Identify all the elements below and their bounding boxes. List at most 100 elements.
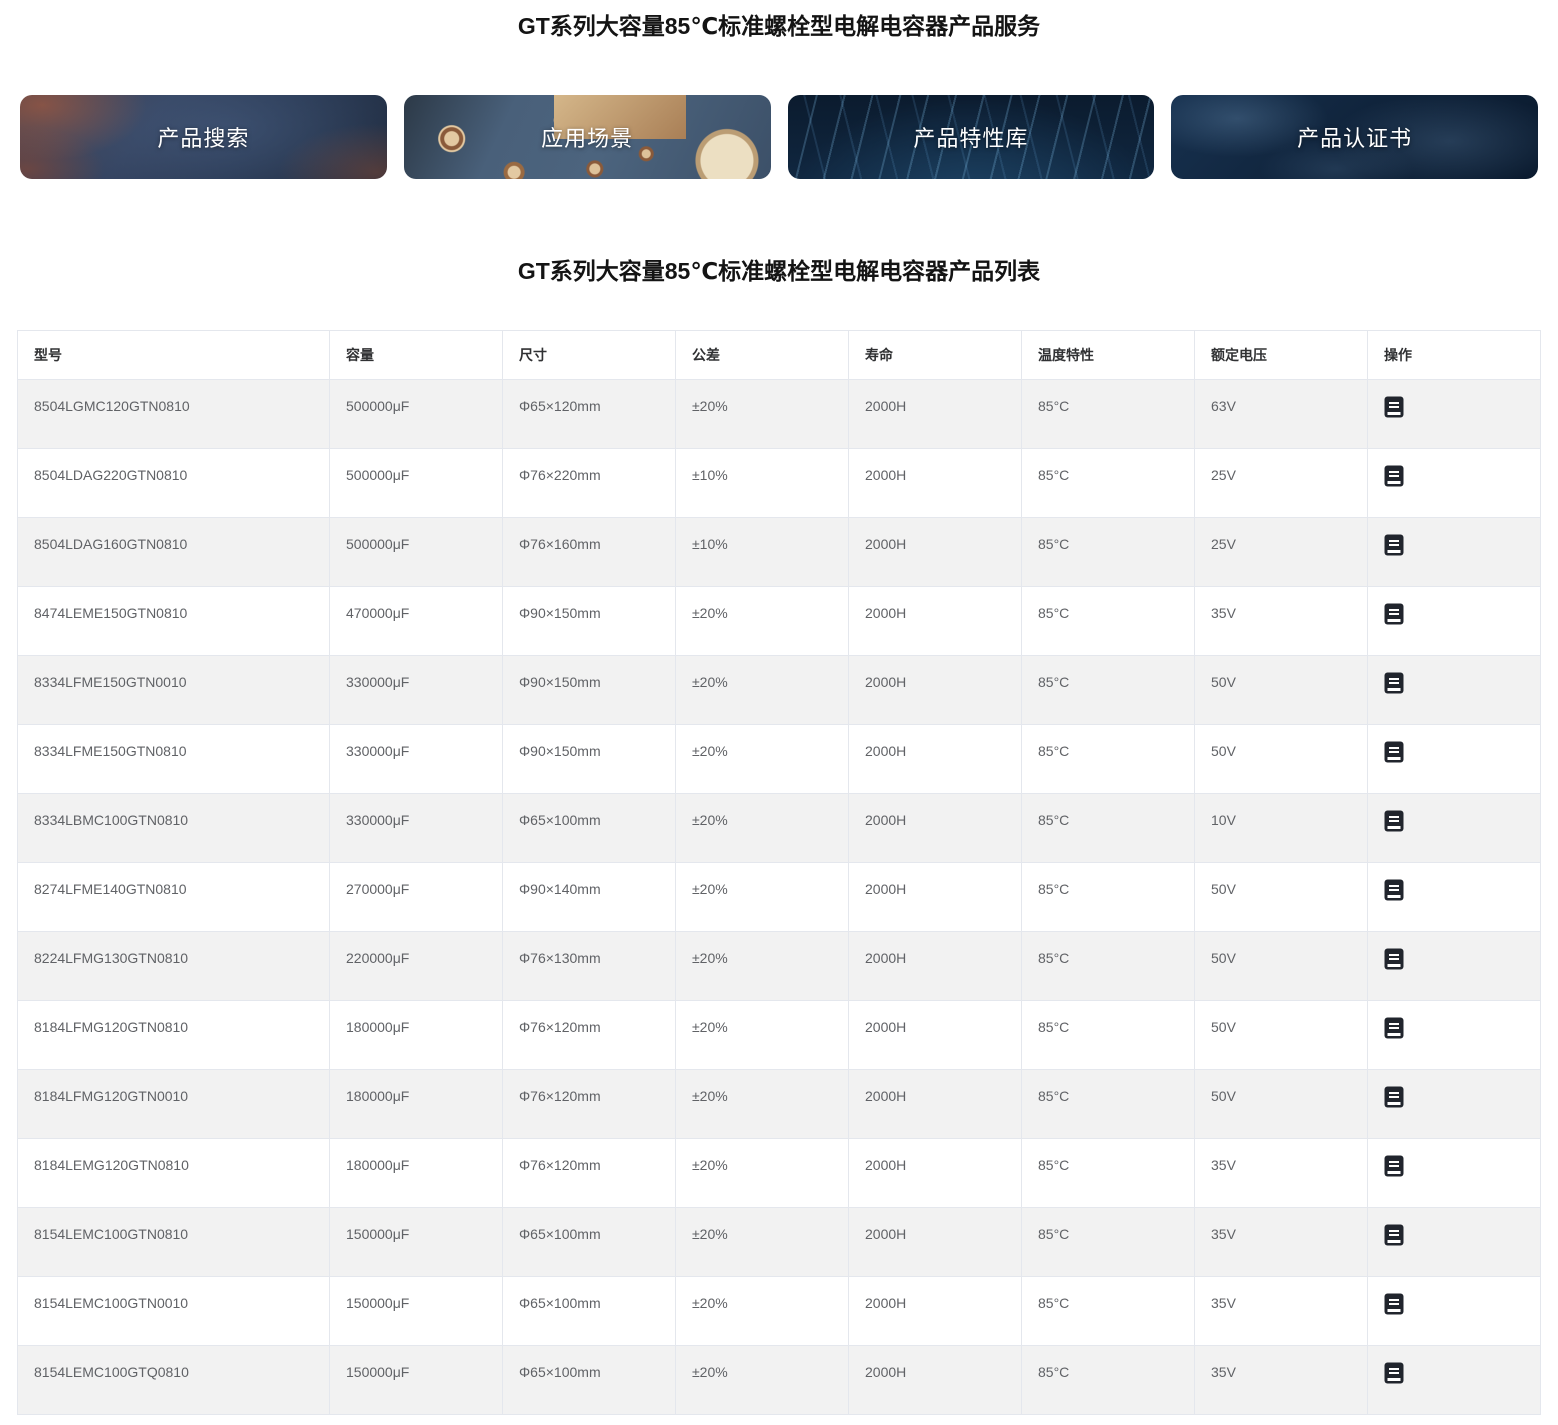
- cell-life: 2000H: [848, 724, 1022, 794]
- nav-card-certificates[interactable]: 产品认证书: [1171, 95, 1538, 179]
- cell-tolerance: ±20%: [675, 931, 849, 1001]
- table-row: 8334LBMC100GTN0810 330000μF Φ65×100mm ±20% 2…: [17, 793, 1541, 863]
- view-detail-button[interactable]: [1384, 741, 1404, 763]
- cell-action: [1367, 379, 1541, 449]
- cell-tolerance: ±20%: [675, 724, 849, 794]
- column-header-tolerance: 公差: [675, 330, 849, 380]
- cell-action: [1367, 1345, 1541, 1415]
- cell-voltage: 10V: [1194, 793, 1368, 863]
- cell-capacity: 180000μF: [329, 1000, 503, 1070]
- cell-capacity: 500000μF: [329, 517, 503, 587]
- cell-voltage: 35V: [1194, 1276, 1368, 1346]
- cell-model: 8224LFMG130GTN0810: [17, 931, 330, 1001]
- column-header-action: 操作: [1367, 330, 1541, 380]
- column-header-temperature: 温度特性: [1021, 330, 1195, 380]
- cell-voltage: 50V: [1194, 1069, 1368, 1139]
- nav-card-certificates-label: 产品认证书: [1297, 126, 1413, 151]
- cell-size: Φ90×150mm: [502, 586, 676, 656]
- view-detail-button[interactable]: [1384, 396, 1404, 418]
- cell-action: [1367, 1276, 1541, 1346]
- document-icon: [1384, 534, 1404, 556]
- cell-size: Φ90×150mm: [502, 724, 676, 794]
- cell-capacity: 150000μF: [329, 1345, 503, 1415]
- view-detail-button[interactable]: [1384, 948, 1404, 970]
- service-title: GT系列大容量85℃标准螺栓型电解电容器产品服务: [517, 13, 1041, 39]
- cell-capacity: 270000μF: [329, 862, 503, 932]
- cell-capacity: 180000μF: [329, 1069, 503, 1139]
- view-detail-button[interactable]: [1384, 879, 1404, 901]
- document-icon: [1384, 741, 1404, 763]
- cell-voltage: 50V: [1194, 655, 1368, 725]
- cell-life: 2000H: [848, 1276, 1022, 1346]
- view-detail-button[interactable]: [1384, 1293, 1404, 1315]
- cell-model: 8184LFMG120GTN0010: [17, 1069, 330, 1139]
- cell-size: Φ65×100mm: [502, 1207, 676, 1277]
- cell-size: Φ76×160mm: [502, 517, 676, 587]
- cell-life: 2000H: [848, 586, 1022, 656]
- table-header-row: 型号 容量 尺寸 公差 寿命 温度特性 额定电压 操作: [17, 330, 1541, 380]
- cell-size: Φ90×150mm: [502, 655, 676, 725]
- document-icon: [1384, 465, 1404, 487]
- document-icon: [1384, 1293, 1404, 1315]
- cell-action: [1367, 1207, 1541, 1277]
- cell-capacity: 470000μF: [329, 586, 503, 656]
- column-header-capacity: 容量: [329, 330, 503, 380]
- cell-model: 8334LFME150GTN0010: [17, 655, 330, 725]
- table-row: 8184LFMG120GTN0010 180000μF Φ76×120mm ±20% 2…: [17, 1069, 1541, 1139]
- cell-model: 8184LFMG120GTN0810: [17, 1000, 330, 1070]
- view-detail-button[interactable]: [1384, 1224, 1404, 1246]
- view-detail-button[interactable]: [1384, 672, 1404, 694]
- cell-capacity: 500000μF: [329, 379, 503, 449]
- view-detail-button[interactable]: [1384, 465, 1404, 487]
- cell-capacity: 500000μF: [329, 448, 503, 518]
- cell-size: Φ65×120mm: [502, 379, 676, 449]
- view-detail-button[interactable]: [1384, 1017, 1404, 1039]
- table-row: 8154LEMC100GTN0810 150000μF Φ65×100mm ±20% 2…: [17, 1207, 1541, 1277]
- view-detail-button[interactable]: [1384, 1155, 1404, 1177]
- cell-life: 2000H: [848, 517, 1022, 587]
- nav-card-product-search[interactable]: 产品搜索: [20, 95, 387, 179]
- cell-action: [1367, 655, 1541, 725]
- view-detail-button[interactable]: [1384, 534, 1404, 556]
- cell-size: Φ90×140mm: [502, 862, 676, 932]
- table-head: 型号 容量 尺寸 公差 寿命 温度特性 额定电压 操作: [17, 330, 1541, 380]
- nav-card-product-search-label: 产品搜索: [157, 126, 250, 151]
- cell-voltage: 50V: [1194, 1000, 1368, 1070]
- page: GT系列大容量85℃标准螺栓型电解电容器产品服务 产品搜索 应用场景 产品特性库…: [0, 0, 1558, 1415]
- cell-voltage: 50V: [1194, 724, 1368, 794]
- view-detail-button[interactable]: [1384, 810, 1404, 832]
- cell-temperature: 85°C: [1021, 586, 1195, 656]
- nav-card-application-scenes[interactable]: 应用场景: [403, 95, 771, 179]
- cell-capacity: 150000μF: [329, 1276, 503, 1346]
- nav-cards: 产品搜索 应用场景 产品特性库 产品认证书: [0, 95, 1558, 179]
- view-detail-button[interactable]: [1384, 1362, 1404, 1384]
- cell-tolerance: ±20%: [675, 1345, 849, 1415]
- nav-card-feature-library-label: 产品特性库: [913, 126, 1029, 151]
- cell-model: 8184LEMG120GTN0810: [17, 1138, 330, 1208]
- cell-temperature: 85°C: [1021, 1000, 1195, 1070]
- cell-temperature: 85°C: [1021, 1069, 1195, 1139]
- cell-life: 2000H: [848, 862, 1022, 932]
- table-row: 8224LFMG130GTN0810 220000μF Φ76×130mm ±20% 2…: [17, 931, 1541, 1001]
- cell-action: [1367, 724, 1541, 794]
- nav-card-feature-library[interactable]: 产品特性库: [787, 95, 1155, 179]
- cell-voltage: 63V: [1194, 379, 1368, 449]
- view-detail-button[interactable]: [1384, 603, 1404, 625]
- cell-model: 8474LEME150GTN0810: [17, 586, 330, 656]
- document-icon: [1384, 810, 1404, 832]
- cell-action: [1367, 862, 1541, 932]
- table-row: 8184LEMG120GTN0810 180000μF Φ76×120mm ±20% 2…: [17, 1138, 1541, 1208]
- cell-action: [1367, 1000, 1541, 1070]
- cell-temperature: 85°C: [1021, 655, 1195, 725]
- table-row: 8504LDAG220GTN0810 500000μF Φ76×220mm ±10% 2…: [17, 448, 1541, 518]
- document-icon: [1384, 1086, 1404, 1108]
- cell-temperature: 85°C: [1021, 862, 1195, 932]
- cell-tolerance: ±10%: [675, 517, 849, 587]
- cell-action: [1367, 517, 1541, 587]
- cell-capacity: 330000μF: [329, 724, 503, 794]
- cell-capacity: 330000μF: [329, 793, 503, 863]
- cell-tolerance: ±20%: [675, 655, 849, 725]
- cell-tolerance: ±20%: [675, 1207, 849, 1277]
- cell-model: 8504LDAG160GTN0810: [17, 517, 330, 587]
- view-detail-button[interactable]: [1384, 1086, 1404, 1108]
